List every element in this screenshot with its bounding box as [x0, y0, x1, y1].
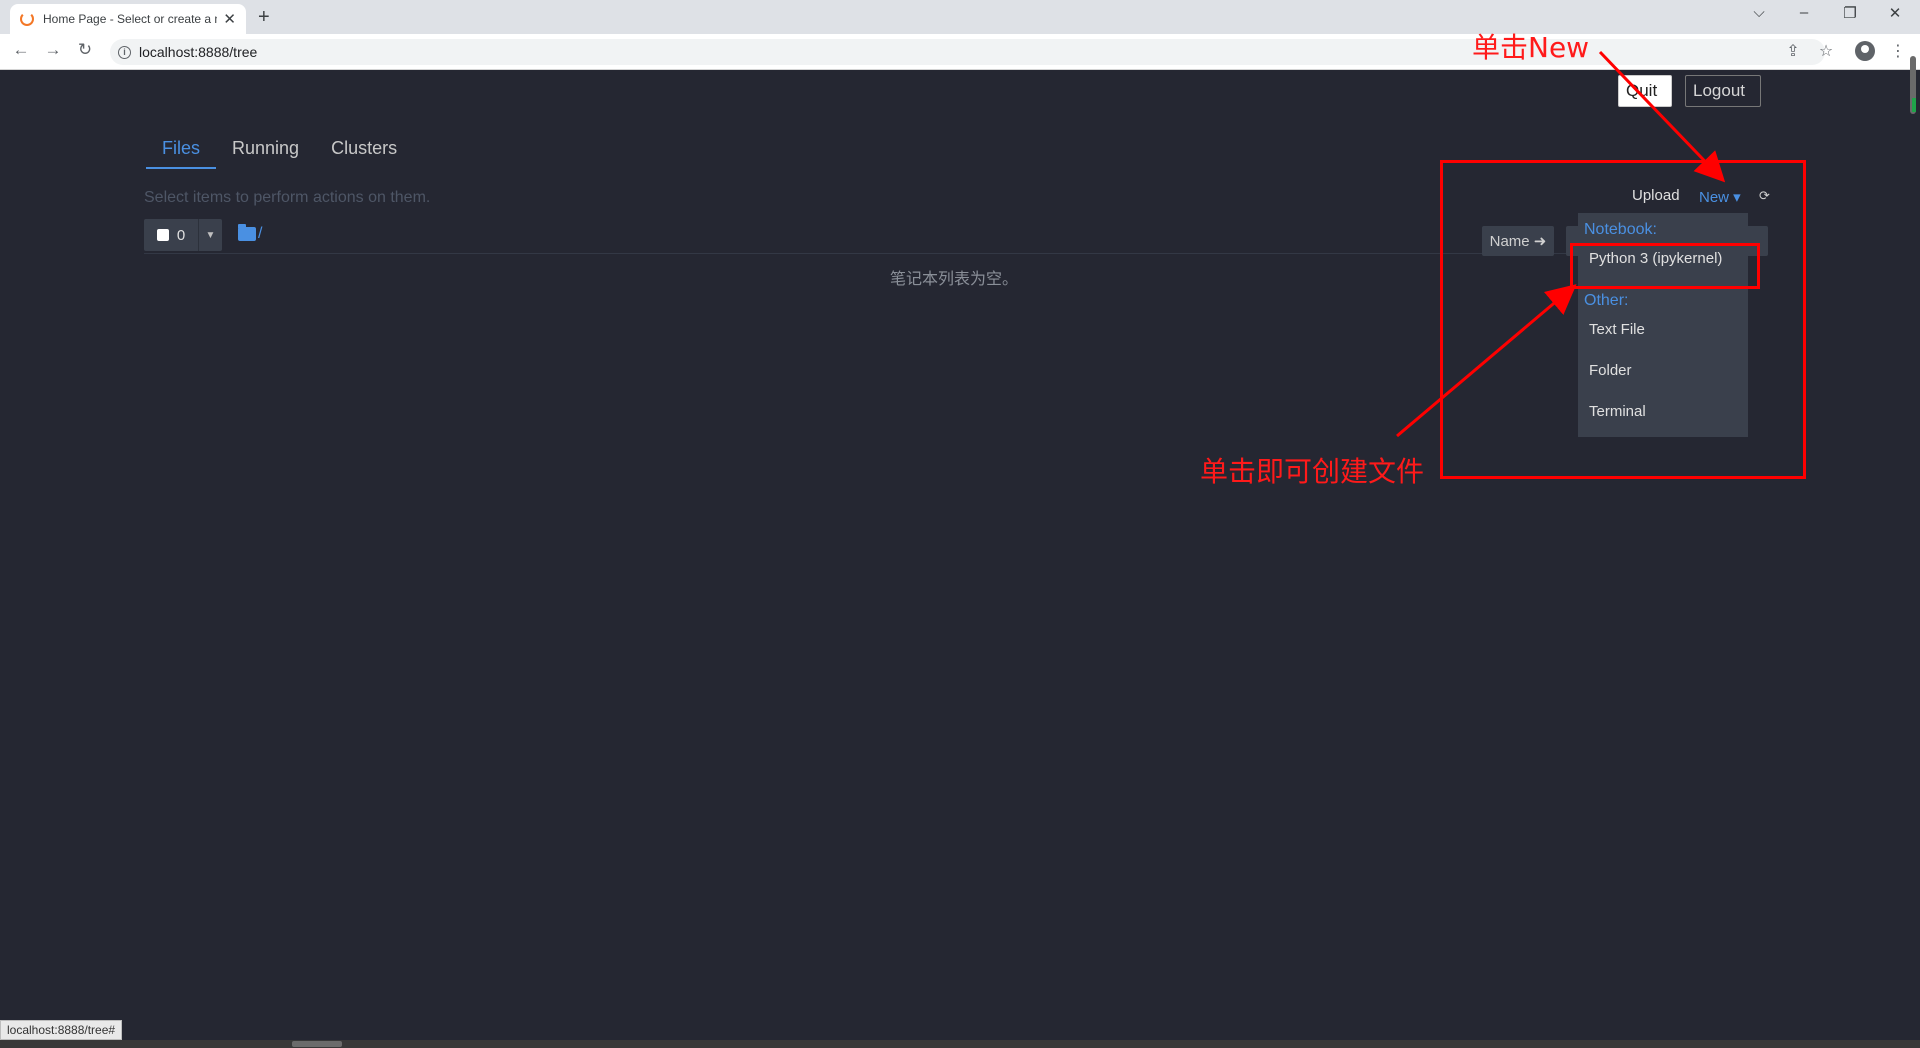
site-info-icon[interactable]: i	[118, 45, 131, 59]
breadcrumb[interactable]: /	[238, 224, 262, 243]
address-url: localhost:8888/tree	[139, 44, 258, 60]
selection-hint: Select items to perform actions on them.	[144, 189, 431, 206]
python-kernel-highlight-box	[1570, 243, 1760, 289]
browser-toolbar: ← → ↻ i localhost:8888/tree ⇪ ☆ ⋮	[0, 34, 1920, 70]
tab-running[interactable]: Running	[216, 135, 315, 169]
restore-icon[interactable]: ❐	[1838, 4, 1862, 22]
jupyter-favicon-icon	[20, 12, 34, 26]
horizontal-scrollbar[interactable]	[0, 1040, 1920, 1048]
horizontal-scroll-thumb[interactable]	[292, 1041, 342, 1047]
minimize-icon[interactable]: –	[1792, 4, 1816, 21]
click-create-annotation: 单击即可创建文件	[1200, 455, 1425, 488]
selected-count: 0	[176, 226, 186, 244]
plus-icon[interactable]: +	[258, 6, 270, 29]
click-new-annotation: 单击New	[1472, 31, 1590, 64]
select-dropdown-caret-icon[interactable]: ▼	[198, 219, 222, 251]
main-tabs: Files Running Clusters	[146, 135, 413, 169]
scroll-position-indicator	[1912, 98, 1916, 112]
tab-files[interactable]: Files	[146, 135, 217, 169]
select-all-checkbox[interactable]	[156, 229, 169, 241]
profile-avatar-icon[interactable]	[1855, 41, 1875, 61]
breadcrumb-root[interactable]: /	[258, 225, 262, 243]
forward-icon[interactable]: →	[42, 40, 64, 60]
browser-tab-title: Home Page - Select or create a notebook	[43, 12, 217, 26]
bookmark-star-icon[interactable]: ☆	[1815, 41, 1837, 61]
select-all-button[interactable]: 0	[144, 219, 198, 251]
quit-button[interactable]: Quit	[1618, 75, 1672, 107]
tab-close-icon[interactable]: ✕	[223, 10, 236, 28]
share-icon[interactable]: ⇪	[1782, 41, 1804, 61]
browser-tabstrip: Home Page - Select or create a notebook …	[0, 0, 1920, 34]
logout-button[interactable]: Logout	[1685, 75, 1761, 107]
status-bar-url: localhost:8888/tree#	[0, 1020, 123, 1040]
new-menu-highlight-box	[1440, 160, 1806, 479]
browser-tab[interactable]: Home Page - Select or create a notebook …	[10, 4, 246, 34]
browser-menu-icon[interactable]: ⋮	[1887, 41, 1909, 61]
close-window-icon[interactable]: ✕	[1883, 4, 1907, 22]
tab-search-icon[interactable]: ⌵	[1747, 4, 1771, 21]
tab-clusters[interactable]: Clusters	[315, 135, 413, 169]
select-all-group: 0 ▼	[144, 219, 222, 251]
reload-icon[interactable]: ↻	[74, 40, 96, 60]
folder-icon	[238, 224, 256, 241]
back-icon[interactable]: ←	[10, 40, 32, 60]
